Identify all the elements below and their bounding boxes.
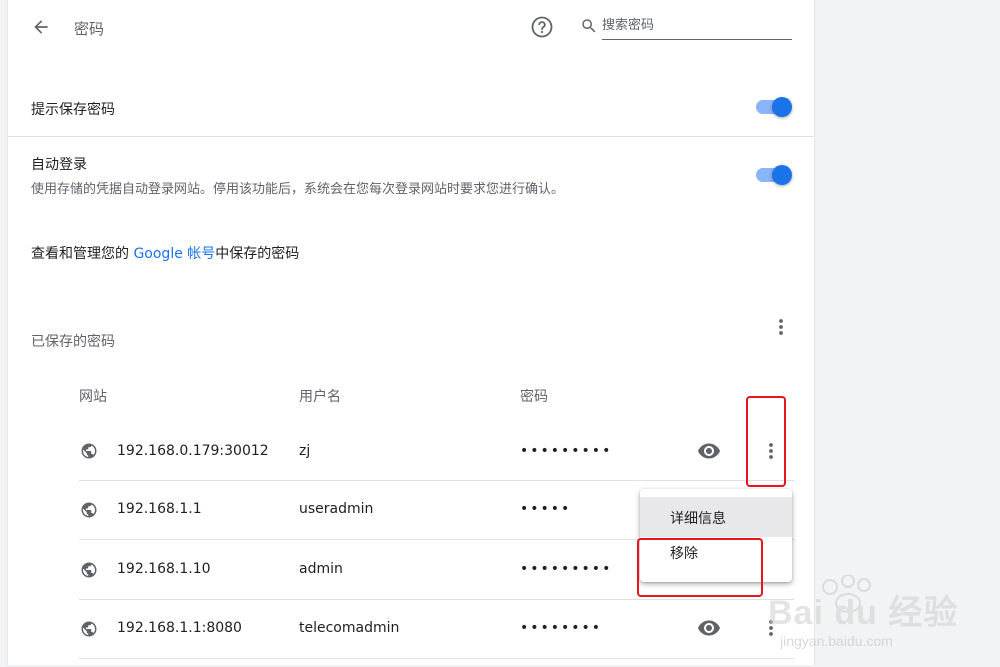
row-password: ••••••••• [520, 443, 613, 459]
toggle-knob [772, 97, 792, 117]
divider [79, 658, 794, 659]
help-button[interactable] [530, 15, 554, 39]
page-title: 密码 [74, 20, 105, 38]
offer-save-toggle[interactable] [754, 95, 792, 119]
row-password: ••••• [520, 501, 572, 517]
row-username: useradmin [299, 501, 374, 517]
watermark-brand: Bai du 经验 [768, 594, 959, 632]
auto-signin-description: 使用存储的凭据自动登录网站。停用该功能后，系统会在您每次登录网站时要求您进行确认… [31, 182, 565, 197]
column-header-password: 密码 [520, 389, 548, 405]
more-vert-icon [779, 319, 783, 335]
highlight-box-remove [637, 538, 763, 597]
eye-icon [698, 620, 720, 636]
eye-icon [698, 443, 720, 459]
arrow-back-icon [34, 20, 48, 34]
highlight-box-more-button [746, 396, 786, 487]
search-input[interactable] [602, 11, 792, 40]
globe-icon [80, 501, 98, 519]
row-site: 192.168.0.179:30012 [117, 443, 269, 459]
offer-save-label: 提示保存密码 [31, 102, 115, 118]
auto-signin-label: 自动登录 [31, 157, 87, 173]
show-password-button[interactable] [697, 439, 721, 463]
divider [79, 599, 794, 600]
baidu-watermark: Bai du 经验 jingyan.baidu.com [768, 574, 993, 663]
row-username: telecomadmin [299, 620, 400, 636]
toggle-knob [772, 165, 792, 185]
show-password-button[interactable] [697, 616, 721, 640]
google-account-prefix: 查看和管理您的 [31, 246, 134, 262]
row-site: 192.168.1.1:8080 [117, 620, 242, 636]
help-icon [531, 16, 553, 38]
divider [8, 136, 814, 137]
globe-icon [80, 620, 98, 638]
back-button[interactable] [28, 14, 54, 40]
column-header-site: 网站 [79, 389, 107, 405]
globe-icon [80, 561, 98, 579]
divider [79, 480, 794, 481]
row-username: admin [299, 561, 343, 577]
menu-item-label: 详细信息 [670, 511, 726, 527]
row-password: ••••••••• [520, 561, 613, 577]
globe-icon [80, 442, 98, 460]
row-username: zj [299, 443, 311, 459]
google-account-link[interactable]: Google 帐号 [133, 246, 215, 262]
menu-item-details[interactable]: 详细信息 [640, 497, 792, 537]
saved-passwords-more-button[interactable] [769, 315, 793, 339]
row-password: •••••••• [520, 620, 603, 636]
saved-passwords-title: 已保存的密码 [31, 334, 115, 350]
google-account-text: 查看和管理您的 Google 帐号中保存的密码 [31, 243, 299, 263]
column-header-username: 用户名 [299, 389, 341, 405]
watermark-url: jingyan.baidu.com [780, 633, 893, 649]
auto-signin-toggle[interactable] [754, 163, 792, 187]
google-account-suffix: 中保存的密码 [215, 246, 300, 262]
row-site: 192.168.1.10 [117, 561, 211, 577]
row-site: 192.168.1.1 [117, 501, 202, 517]
search-icon [580, 17, 598, 35]
